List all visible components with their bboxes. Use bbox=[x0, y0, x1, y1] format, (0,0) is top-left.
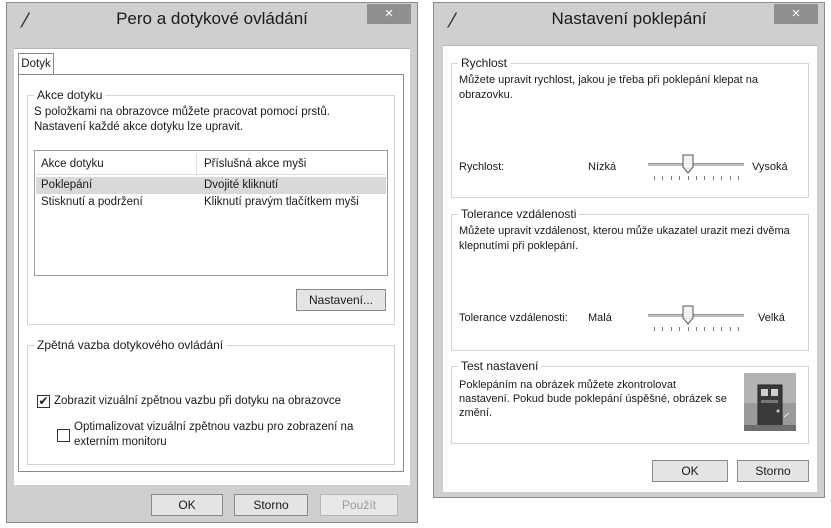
row-action: Stisknutí a podržení bbox=[41, 196, 143, 208]
speed-slider-thumb[interactable] bbox=[682, 154, 694, 174]
slider-tick bbox=[704, 176, 705, 180]
slider-tick bbox=[704, 327, 705, 331]
slider-tick bbox=[654, 176, 655, 180]
slider-tick bbox=[738, 327, 739, 331]
row-mouse: Dvojité kliknutí bbox=[204, 179, 279, 191]
slider-tick bbox=[688, 327, 689, 331]
touch-feedback-legend: Zpětná vazba dotykového ovládání bbox=[34, 338, 227, 352]
ok-button[interactable]: OK bbox=[151, 494, 223, 516]
visual-feedback-checkbox[interactable]: ✔ bbox=[37, 395, 50, 408]
slider-tick bbox=[713, 327, 714, 331]
column-header-action[interactable]: Akce dotyku bbox=[41, 154, 104, 174]
touch-feedback-group: Zpětná vazba dotykového ovládání ✔ Zobra… bbox=[27, 338, 395, 465]
speed-slider-ticks bbox=[648, 176, 744, 181]
slider-tick bbox=[679, 327, 680, 331]
double-tap-settings-window: Nastavení poklepání × Rychlost Můžete up… bbox=[433, 2, 825, 498]
speed-min-label: Nízká bbox=[588, 161, 617, 173]
tolerance-group: Tolerance vzdálenosti Můžete upravit vzd… bbox=[451, 207, 809, 351]
tolerance-slider-track bbox=[648, 314, 744, 317]
slider-tick bbox=[662, 327, 663, 331]
test-legend: Test nastavení bbox=[458, 359, 542, 373]
tolerance-slider[interactable] bbox=[648, 305, 744, 335]
tolerance-slider-thumb[interactable] bbox=[682, 305, 694, 325]
row-mouse: Kliknutí pravým tlačítkem myši bbox=[204, 196, 359, 208]
ok-button[interactable]: OK bbox=[652, 460, 728, 482]
slider-tick bbox=[671, 327, 672, 331]
tab-dotyk[interactable]: Dotyk bbox=[18, 53, 54, 75]
close-button[interactable]: × bbox=[367, 4, 411, 24]
slider-tick bbox=[738, 176, 739, 180]
slider-tick bbox=[730, 176, 731, 180]
tab-panel: Akce dotyku S položkami na obrazovce můž… bbox=[18, 74, 404, 472]
slider-tick bbox=[696, 327, 697, 331]
touch-actions-listview[interactable]: Akce dotyku Příslušná akce myši Poklepán… bbox=[34, 150, 388, 276]
slider-tick bbox=[662, 176, 663, 180]
external-monitor-label[interactable]: Optimalizovat vizuální zpětnou vazbu pro… bbox=[74, 420, 384, 450]
external-monitor-checkbox[interactable] bbox=[57, 429, 70, 442]
window-title: Nastavení poklepání bbox=[551, 9, 707, 28]
test-description: Poklepáním na obrázek můžete zkontrolova… bbox=[459, 379, 727, 419]
touch-settings-window: Pero a dotykové ovládání × Dotyk Akce do… bbox=[6, 2, 418, 523]
apply-button[interactable]: Použít bbox=[320, 494, 398, 516]
tolerance-legend: Tolerance vzdálenosti bbox=[458, 207, 580, 221]
touch-actions-legend: Akce dotyku bbox=[34, 88, 106, 102]
table-row[interactable]: Poklepání Dvojité kliknutí bbox=[36, 177, 386, 194]
speed-description: Můžete upravit rychlost, jakou je třeba … bbox=[459, 74, 758, 101]
touch-actions-description: S položkami na obrazovce můžete pracovat… bbox=[34, 106, 330, 133]
cancel-button[interactable]: Storno bbox=[737, 460, 809, 482]
slider-tick bbox=[730, 327, 731, 331]
speed-slider[interactable] bbox=[648, 154, 744, 184]
speed-max-label: Vysoká bbox=[752, 161, 788, 173]
door-test-image[interactable] bbox=[744, 373, 796, 431]
cancel-button[interactable]: Storno bbox=[234, 494, 308, 516]
title-bar[interactable]: Nastavení poklepání × bbox=[434, 3, 824, 39]
tolerance-label: Tolerance vzdálenosti: bbox=[459, 312, 568, 324]
dialog-body: Dotyk Akce dotyku S položkami na obrazov… bbox=[14, 48, 410, 485]
slider-tick bbox=[688, 176, 689, 180]
tolerance-max-label: Velká bbox=[758, 312, 785, 324]
settings-button[interactable]: Nastavení... bbox=[296, 289, 386, 311]
dialog-body: Rychlost Můžete upravit rychlost, jakou … bbox=[443, 45, 817, 492]
slider-tick bbox=[721, 327, 722, 331]
listview-header: Akce dotyku Příslušná akce myši bbox=[36, 154, 386, 175]
slider-tick bbox=[654, 327, 655, 331]
tolerance-slider-ticks bbox=[648, 327, 744, 332]
tolerance-min-label: Malá bbox=[588, 312, 612, 324]
speed-slider-track bbox=[648, 163, 744, 166]
tab-label: Dotyk bbox=[21, 58, 51, 70]
visual-feedback-label[interactable]: Zobrazit vizuální zpětnou vazbu při doty… bbox=[54, 394, 389, 409]
slider-tick bbox=[696, 176, 697, 180]
test-group: Test nastavení Poklepáním na obrázek můž… bbox=[451, 359, 809, 444]
touch-actions-group: Akce dotyku S položkami na obrazovce můž… bbox=[27, 88, 395, 325]
window-title: Pero a dotykové ovládání bbox=[116, 9, 308, 28]
column-divider bbox=[196, 154, 197, 174]
slider-tick bbox=[679, 176, 680, 180]
slider-tick bbox=[721, 176, 722, 180]
close-button[interactable]: × bbox=[774, 4, 818, 24]
slider-tick bbox=[671, 176, 672, 180]
table-row[interactable]: Stisknutí a podržení Kliknutí pravým tla… bbox=[36, 194, 386, 211]
tolerance-description: Můžete upravit vzdálenost, kterou může u… bbox=[459, 225, 790, 252]
speed-label: Rychlost: bbox=[459, 161, 505, 173]
row-action: Poklepání bbox=[41, 179, 93, 191]
speed-group: Rychlost Můžete upravit rychlost, jakou … bbox=[451, 56, 809, 198]
speed-legend: Rychlost bbox=[458, 56, 511, 70]
slider-tick bbox=[713, 176, 714, 180]
title-bar[interactable]: Pero a dotykové ovládání × bbox=[7, 3, 417, 39]
column-header-mouse[interactable]: Příslušná akce myši bbox=[204, 154, 306, 174]
